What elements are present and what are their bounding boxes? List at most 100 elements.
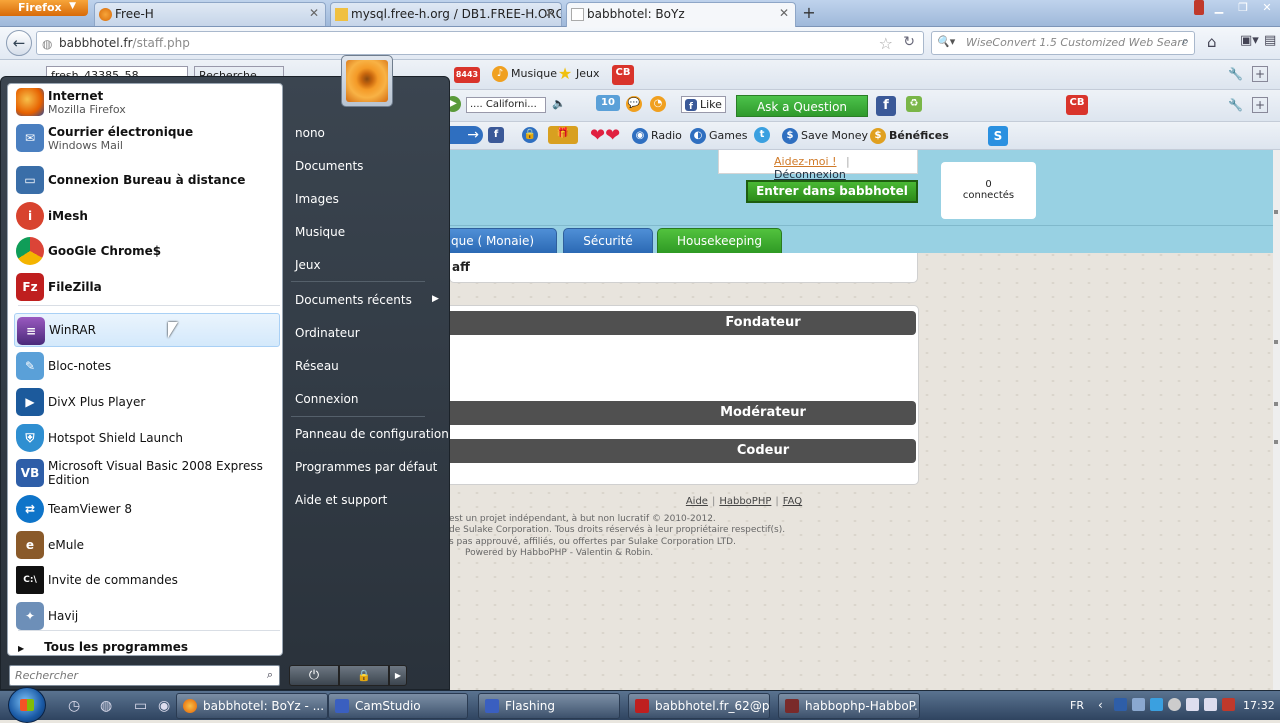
facebook-button[interactable]: f (488, 127, 507, 143)
link-user-folder[interactable]: nono (295, 126, 325, 140)
start-button[interactable] (8, 687, 46, 723)
taskbar-item[interactable]: Flashing (478, 693, 620, 719)
cb-button[interactable]: CB (1066, 95, 1091, 115)
facebook-button[interactable]: f (876, 96, 899, 116)
arrow-button[interactable]: → (449, 126, 483, 144)
link-games[interactable]: Jeux (295, 258, 321, 272)
plus-icon[interactable]: + (1252, 66, 1268, 82)
ask-question-button[interactable]: Ask a Question (736, 95, 868, 117)
network-icon[interactable] (1186, 698, 1199, 711)
link-recent-documents[interactable]: Documents récents (295, 293, 412, 307)
games-button[interactable]: ★ Jeux (557, 66, 600, 82)
program-remote-desktop[interactable]: ▭ Connexion Bureau à distance (14, 163, 280, 197)
program-internet[interactable]: Internet Mozilla Firefox (14, 85, 280, 119)
taskbar-item[interactable]: babbhotel: BoYz - ... (176, 693, 328, 719)
close-icon[interactable]: ✕ (1258, 0, 1276, 15)
link-default-programs[interactable]: Programmes par défaut (295, 460, 437, 474)
shutdown-button[interactable]: ⏻ (289, 665, 339, 686)
back-button[interactable]: ← (6, 30, 32, 56)
tab-housekeeping[interactable]: Housekeeping (657, 228, 782, 253)
gift-button[interactable]: 🎁 (548, 126, 581, 144)
twitter-button[interactable]: t (754, 127, 773, 143)
program-imesh[interactable]: i iMesh (14, 199, 280, 233)
tray-icon[interactable] (1114, 698, 1127, 711)
program-teamviewer[interactable]: ⇄ TeamViewer 8 (14, 492, 280, 526)
footer-link-aide[interactable]: Aide (686, 496, 708, 507)
station-select[interactable]: .... Californi... (466, 97, 546, 113)
program-havij[interactable]: ✦ Havij (14, 599, 280, 633)
toolbar-menu-icon[interactable]: ▤ (1264, 33, 1276, 48)
browser-tab-active[interactable]: babbhotel: BoYz ✕ (566, 2, 796, 27)
tray-icon[interactable] (1168, 698, 1181, 711)
program-cmd[interactable]: C:\ Invite de commandes (14, 563, 280, 597)
program-hotspot-shield[interactable]: ⛨ Hotspot Shield Launch (14, 421, 280, 455)
quicklaunch-icon[interactable]: ◷ (68, 698, 80, 714)
url-bar[interactable]: ◍ babbhotel.fr/staff.php ☆ ↻ (36, 31, 924, 55)
radio-button[interactable]: ◉ Radio (632, 128, 682, 144)
lock-button[interactable]: 🔒 (522, 127, 541, 143)
page-scrollbar[interactable] (1273, 150, 1280, 690)
bookmark-star-icon[interactable]: ☆ (879, 34, 893, 53)
quicklaunch-icon[interactable]: ◉ (158, 698, 170, 714)
wrench-icon[interactable]: 🔧 (1228, 67, 1243, 81)
browser-tab[interactable]: Free-H ✕ (94, 2, 326, 26)
program-emule[interactable]: e eMule (14, 528, 280, 562)
link-connect[interactable]: Connexion (295, 392, 359, 406)
link-documents[interactable]: Documents (295, 159, 363, 173)
user-picture[interactable] (341, 55, 393, 107)
shutdown-options-button[interactable]: ▶ (389, 665, 407, 686)
heart-button[interactable]: ❤❤ (590, 125, 620, 146)
skype-button[interactable]: S (988, 126, 1011, 146)
close-icon[interactable]: ✕ (779, 6, 789, 20)
chat-button[interactable]: 💬 (626, 96, 645, 112)
volume-button[interactable]: 🔈 (552, 97, 566, 110)
firefox-menu-button[interactable]: Firefox ▼ (0, 0, 88, 16)
weather-widget[interactable]: 10 (596, 95, 623, 111)
plus-icon[interactable]: + (1252, 97, 1268, 113)
link-help-support[interactable]: Aide et support (295, 493, 387, 507)
chevron-left-icon[interactable]: ‹ (1098, 698, 1103, 712)
start-search-input[interactable]: Rechercher ⌕ (9, 665, 280, 686)
home-icon[interactable]: ⌂ (1207, 33, 1217, 51)
link-music[interactable]: Musique (295, 225, 345, 239)
addon-icon[interactable] (1194, 0, 1204, 15)
close-icon[interactable]: ✕ (309, 6, 319, 20)
clock[interactable]: 17:32 (1243, 699, 1275, 712)
all-programs-button[interactable]: ▶ Tous les programmes (18, 640, 188, 654)
taskbar-item[interactable]: babbhotel.fr_62@pf... (628, 693, 770, 719)
tray-icon[interactable] (1150, 698, 1163, 711)
search-icon[interactable]: ⌕ (1182, 34, 1189, 49)
program-divx[interactable]: ▶ DivX Plus Player (14, 385, 280, 419)
restore-icon[interactable]: ❐ (1234, 0, 1252, 15)
language-indicator[interactable]: FR (1070, 699, 1084, 712)
flag-icon[interactable] (1222, 698, 1235, 711)
program-mail[interactable]: ✉ Courrier électronique Windows Mail (14, 121, 280, 155)
lock-button[interactable]: 🔒 (339, 665, 389, 686)
link-control-panel[interactable]: Panneau de configuration (295, 427, 449, 441)
reload-icon[interactable]: ↻ (903, 34, 915, 50)
new-tab-button[interactable]: + (798, 4, 820, 24)
link-images[interactable]: Images (295, 192, 339, 206)
help-link[interactable]: Aidez-moi ! (774, 155, 836, 168)
facebook-like-button[interactable]: f Like (681, 96, 726, 113)
taskbar-item[interactable]: CamStudio (328, 693, 468, 719)
search-engine-icon[interactable]: 🔍▾ (936, 35, 962, 51)
show-desktop-icon[interactable]: ▭ (134, 698, 147, 714)
search-box[interactable]: 🔍▾ WiseConvert 1.5 Customized Web Searc … (931, 31, 1195, 55)
tray-icon[interactable] (1132, 698, 1145, 711)
wrench-icon[interactable]: 🔧 (1228, 98, 1243, 112)
program-filezilla[interactable]: Fz FileZilla (14, 270, 280, 304)
minimize-icon[interactable]: ▁ (1210, 0, 1228, 15)
benefices-button[interactable]: $ Bénéfices (870, 128, 949, 144)
volume-icon[interactable] (1204, 698, 1217, 711)
games-link[interactable]: ◐ Games (690, 128, 747, 144)
cb-button[interactable]: CB (612, 65, 637, 85)
taskbar-item[interactable]: habbophp-HabboP... (778, 693, 920, 719)
footer-link-faq[interactable]: FAQ (783, 496, 802, 507)
save-money-button[interactable]: $ Save Money (782, 128, 868, 144)
recycle-button[interactable]: ♻ (906, 96, 925, 112)
footer-link-habbophp[interactable]: HabboPHP (719, 496, 771, 507)
counter-widget[interactable]: 8443 (454, 67, 483, 83)
link-computer[interactable]: Ordinateur (295, 326, 360, 340)
quicklaunch-icon[interactable]: ◍ (100, 698, 112, 714)
